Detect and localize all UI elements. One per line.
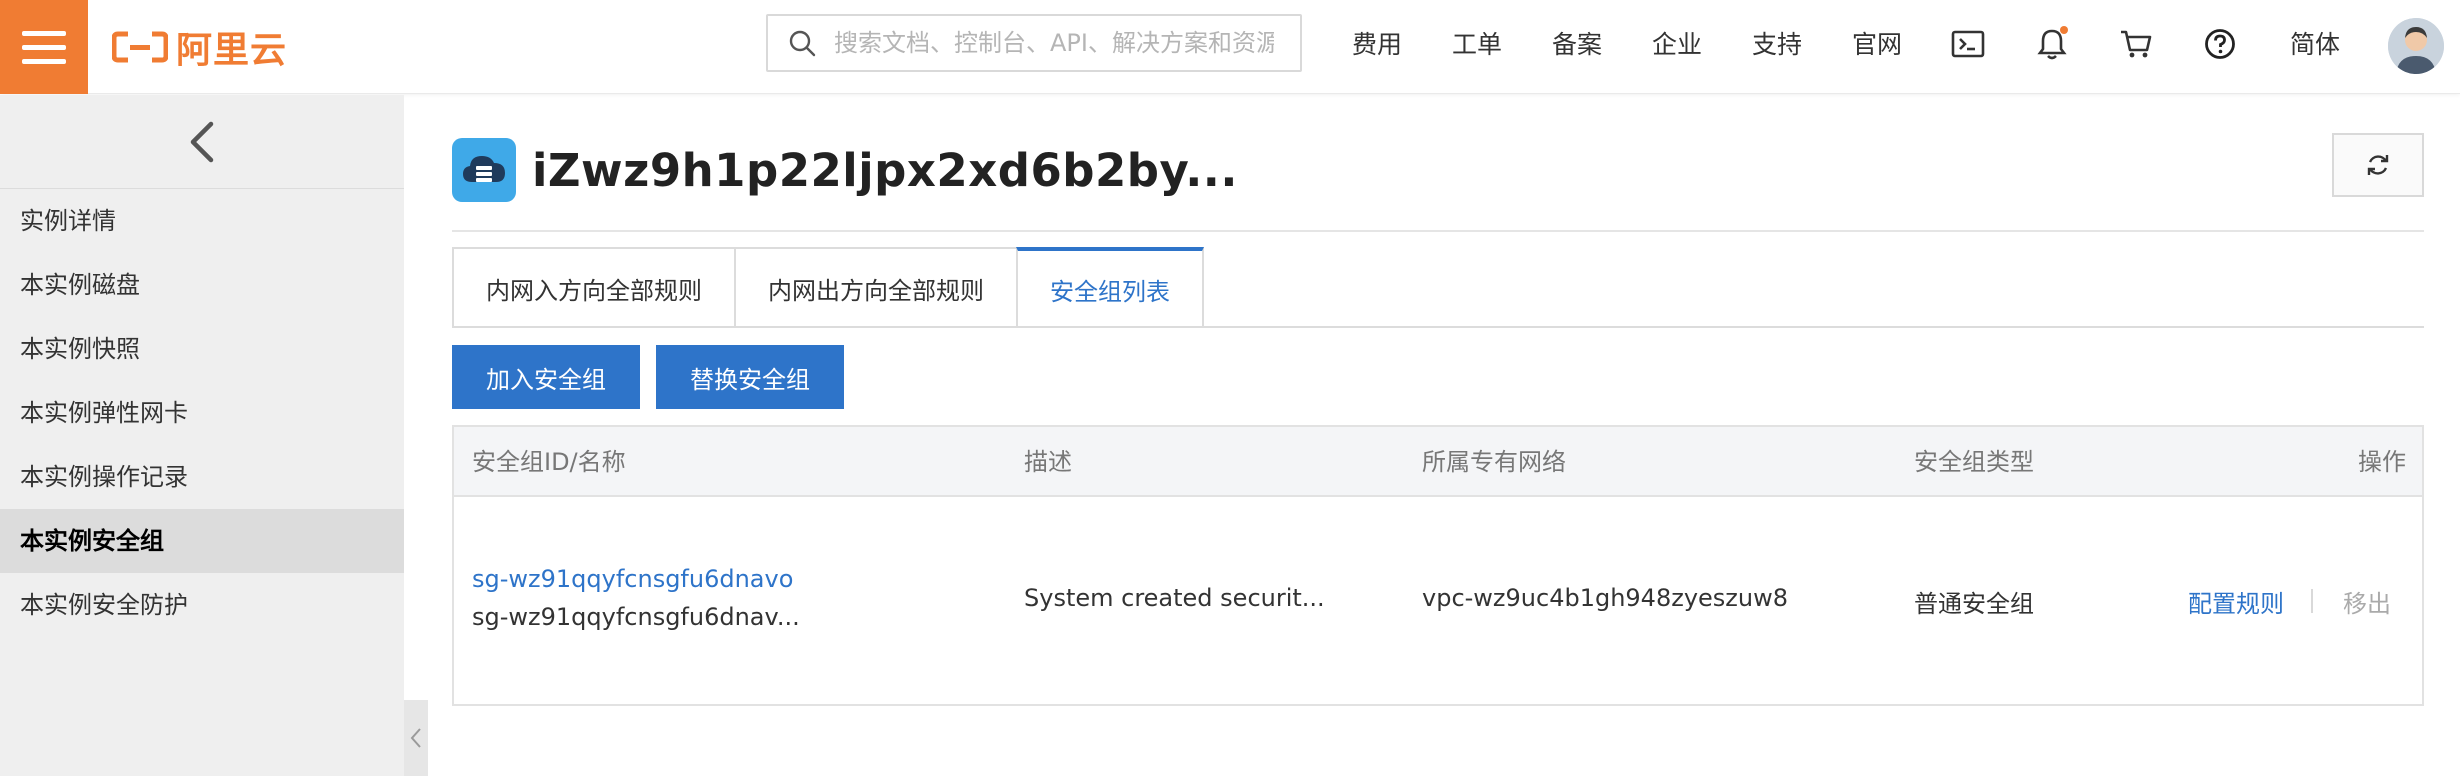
search-input[interactable] <box>834 29 1274 57</box>
nav-link-tickets[interactable]: 工单 <box>1452 28 1502 62</box>
chevron-left-icon <box>410 728 421 748</box>
nav-link-enterprise[interactable]: 企业 <box>1652 28 1702 62</box>
refresh-icon <box>2367 155 2389 175</box>
terminal-icon[interactable] <box>1948 24 1988 64</box>
sidebar-item-eni[interactable]: 本实例弹性网卡 <box>0 381 404 445</box>
notification-dot <box>2060 26 2068 34</box>
menu-line <box>22 58 66 64</box>
header-divider <box>452 230 2424 232</box>
top-bar: 阿里云 费用 工单 备案 企业 支持 官网 <box>0 0 2460 94</box>
page-header: iZwz9h1p22ljpx2xd6b2by... <box>452 137 1238 203</box>
help-icon[interactable] <box>2200 24 2240 64</box>
search-icon <box>789 30 816 57</box>
sidebar-item-disks[interactable]: 本实例磁盘 <box>0 253 404 317</box>
user-avatar[interactable] <box>2388 18 2444 74</box>
refresh-button[interactable] <box>2332 133 2424 197</box>
column-header-type: 安全组类型 <box>1914 448 2034 476</box>
hamburger-menu-button[interactable] <box>0 0 88 94</box>
tab-inbound-rules[interactable]: 内网入方向全部规则 <box>452 247 736 327</box>
logo-text: 阿里云 <box>176 30 288 71</box>
add-security-group-button[interactable]: 加入安全组 <box>452 345 640 409</box>
column-header-vpc: 所属专有网络 <box>1422 448 1566 476</box>
language-switch[interactable]: 简体 <box>2290 28 2340 62</box>
sidebar: 实例详情 本实例磁盘 本实例快照 本实例弹性网卡 本实例操作记录 本实例安全组 … <box>0 95 404 776</box>
configure-rules-link[interactable]: 配置规则 <box>2188 584 2284 619</box>
tabs-divider <box>452 326 2424 328</box>
sidebar-item-operation-logs[interactable]: 本实例操作记录 <box>0 445 404 509</box>
chevron-left-icon <box>190 121 214 162</box>
tab-security-group-list[interactable]: 安全组列表 <box>1016 247 1204 327</box>
sidebar-collapse-handle[interactable] <box>404 700 428 776</box>
nav-link-icp[interactable]: 备案 <box>1552 28 1602 62</box>
security-group-name: sg-wz91qqyfcnsgfu6dnav... <box>472 603 800 631</box>
page-title: iZwz9h1p22ljpx2xd6b2by... <box>532 143 1238 197</box>
sidebar-item-security-protection[interactable]: 本实例安全防护 <box>0 573 404 637</box>
column-header-id-name: 安全组ID/名称 <box>472 448 626 476</box>
security-group-type: 普通安全组 <box>1914 590 2034 618</box>
security-group-table: 安全组ID/名称 描述 所属专有网络 安全组类型 操作 sg-wz91qqyfc… <box>452 425 2424 706</box>
menu-line <box>22 30 66 36</box>
nav-link-support[interactable]: 支持 <box>1752 28 1802 62</box>
search-box[interactable] <box>766 14 1302 72</box>
tab-outbound-rules[interactable]: 内网出方向全部规则 <box>734 247 1018 327</box>
ecs-instance-icon <box>452 138 516 202</box>
column-header-description: 描述 <box>1024 448 1072 476</box>
column-header-actions: 操作 <box>2358 448 2406 476</box>
nav-link-fees[interactable]: 费用 <box>1352 28 1402 62</box>
security-group-id-link[interactable]: sg-wz91qqyfcnsgfu6dnavo <box>472 565 793 593</box>
menu-line <box>22 44 66 50</box>
aliyun-logo-icon <box>112 31 168 63</box>
action-separator <box>2311 589 2313 613</box>
sidebar-item-instance-details[interactable]: 实例详情 <box>0 189 404 253</box>
sidebar-back-button[interactable] <box>0 95 404 189</box>
cart-icon[interactable] <box>2116 24 2156 64</box>
security-group-description: System created securit... <box>1024 584 1325 612</box>
tab-bar: 内网入方向全部规则 内网出方向全部规则 安全组列表 <box>452 247 1204 327</box>
action-buttons: 加入安全组 替换安全组 <box>452 345 844 409</box>
table-header: 安全组ID/名称 描述 所属专有网络 安全组类型 操作 <box>454 427 2422 497</box>
remove-link[interactable]: 移出 <box>2343 584 2391 619</box>
aliyun-logo[interactable]: 阿里云 <box>112 20 287 74</box>
sidebar-item-snapshots[interactable]: 本实例快照 <box>0 317 404 381</box>
replace-security-group-button[interactable]: 替换安全组 <box>656 345 844 409</box>
table-row: sg-wz91qqyfcnsgfu6dnavo sg-wz91qqyfcnsgf… <box>454 497 2422 704</box>
vpc-id: vpc-wz9uc4b1gh948zyeszuw8 <box>1422 584 1788 612</box>
sidebar-item-security-groups[interactable]: 本实例安全组 <box>0 509 404 573</box>
nav-link-official-site[interactable]: 官网 <box>1852 28 1902 62</box>
bell-icon[interactable] <box>2032 24 2072 64</box>
